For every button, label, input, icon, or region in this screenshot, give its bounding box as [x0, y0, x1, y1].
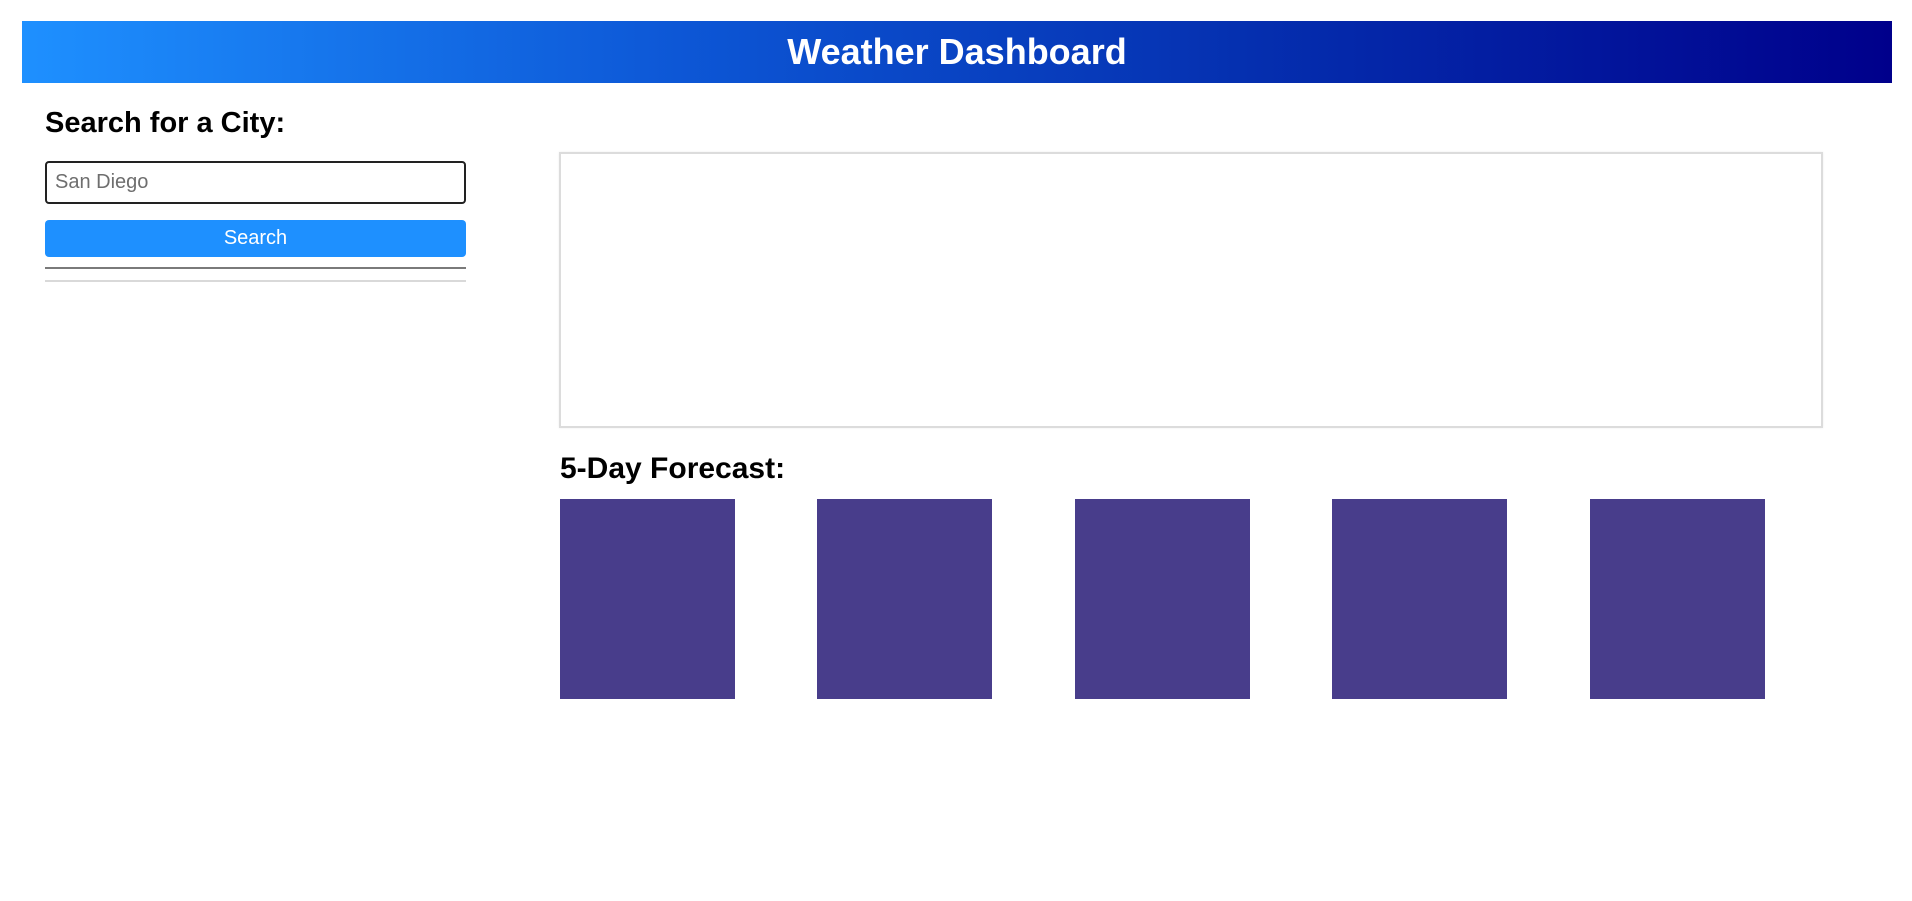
search-history-list [45, 280, 466, 282]
search-heading: Search for a City: [45, 107, 286, 139]
current-weather-panel [559, 152, 1823, 428]
search-divider [45, 267, 466, 269]
forecast-row [560, 499, 1766, 699]
forecast-card-day-1 [560, 499, 735, 699]
search-button[interactable]: Search [45, 220, 466, 257]
forecast-card-day-5 [1590, 499, 1765, 699]
forecast-heading: 5-Day Forecast: [560, 452, 786, 485]
forecast-card-day-2 [817, 499, 992, 699]
app-header: Weather Dashboard [22, 21, 1892, 83]
forecast-card-day-4 [1332, 499, 1507, 699]
forecast-card-day-3 [1075, 499, 1250, 699]
search-sidebar: Search for a City: Search [45, 100, 466, 282]
city-search-input[interactable] [45, 161, 466, 204]
page-title: Weather Dashboard [787, 31, 1127, 72]
